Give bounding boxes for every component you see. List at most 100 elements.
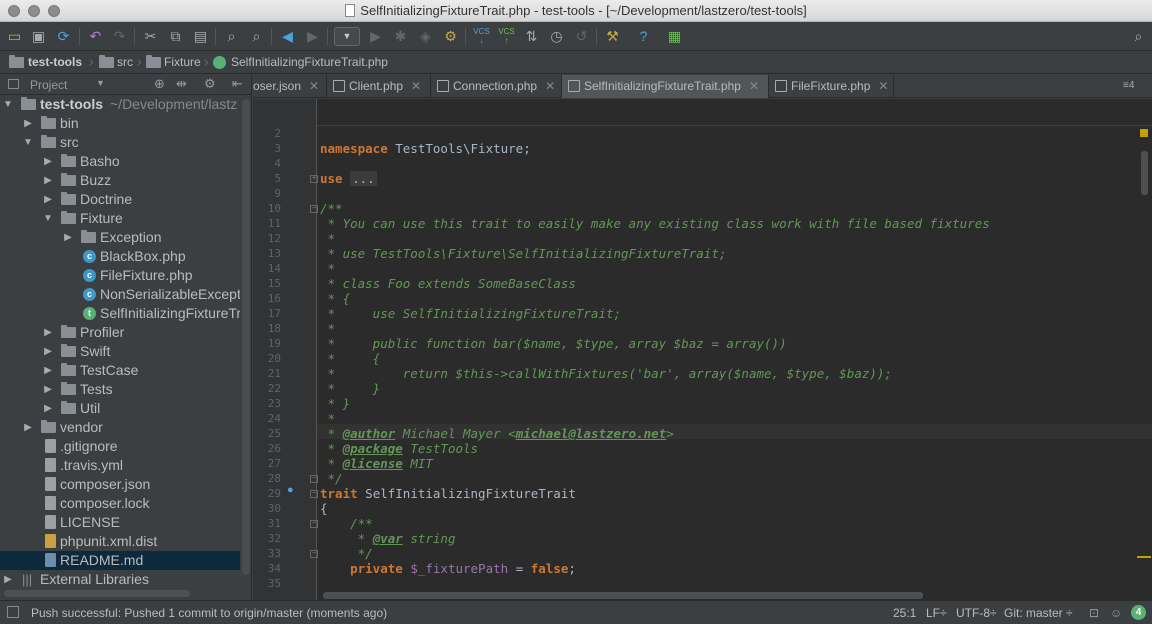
run-icon[interactable]: ▶ [366,27,385,46]
code-line[interactable]: trait SelfInitializingFixtureTrait [320,486,576,501]
code-line[interactable]: { [320,501,328,516]
code-line[interactable]: * [320,321,336,336]
expand-arrow-icon[interactable]: ▼ [3,95,13,114]
code-line[interactable]: * use TestTools\Fixture\SelfInitializing… [320,246,727,261]
code-line[interactable]: * } [320,381,381,396]
tree-item-nonserializable[interactable]: c NonSerializableExcepti [0,285,240,304]
tree-item-blackbox[interactable]: c BlackBox.php [0,247,240,266]
expand-arrow-icon[interactable]: ▼ [43,209,53,228]
cut-icon[interactable]: ✂ [141,27,160,46]
tree-item-vendor[interactable]: ▶ vendor [0,418,240,437]
undo-icon[interactable]: ↶ [86,27,105,46]
git-branch-selector[interactable]: Git: master ÷ [1004,606,1073,620]
collapsed-arrow-icon[interactable]: ▶ [43,380,53,399]
coverage-icon[interactable]: ◈ [416,27,435,46]
collapsed-arrow-icon[interactable]: ▶ [43,323,53,342]
code-line[interactable]: * [320,261,336,276]
tree-item-travis[interactable]: .travis.yml [0,456,240,475]
tree-item-buzz[interactable]: ▶ Buzz [0,171,240,190]
copy-icon[interactable]: ⧉ [166,27,185,46]
code-line[interactable]: namespace TestTools\Fixture; [320,141,531,156]
vcs-commit-icon[interactable]: VCS ↑ [497,27,516,46]
breadcrumb-fixture[interactable]: Fixture [164,55,201,69]
collapse-all-icon[interactable]: ⇹ [176,76,187,92]
code-line[interactable]: */ [320,471,343,486]
code-line[interactable]: * @license MIT [320,456,433,471]
tree-item-composer-lock[interactable]: composer.lock [0,494,240,513]
code-line[interactable]: use ... [320,171,377,186]
tab-filefixture[interactable]: FileFixture.php ✕ [769,75,894,98]
line-separator-selector[interactable]: LF÷ [926,606,947,620]
close-tab-icon[interactable]: ✕ [545,79,555,93]
terminal-icon[interactable]: ▦ [665,27,684,46]
vcs-update-icon[interactable]: VCS ↓ [472,27,491,46]
fold-marker-icon[interactable]: − [310,475,318,483]
tree-item-bin[interactable]: ▶ bin [0,114,240,133]
tab-composer-json[interactable]: oser.json ✕ [231,75,327,98]
code-line[interactable]: * class Foo extends SomeBaseClass [320,276,576,291]
tree-item-tests[interactable]: ▶ Tests [0,380,240,399]
collapsed-arrow-icon[interactable]: ▶ [43,171,53,190]
search-everywhere-icon[interactable]: ⌕ [1129,27,1148,46]
tree-item-util[interactable]: ▶ Util [0,399,240,418]
run-config-combo[interactable]: ▼ [334,27,360,46]
tree-item-composer-json[interactable]: composer.json [0,475,240,494]
caret-position[interactable]: 25:1 [893,606,916,620]
code-line[interactable]: private $_fixturePath = false; [320,561,576,576]
collapsed-arrow-icon[interactable]: ▶ [43,399,53,418]
forward-icon[interactable]: ▶ [303,27,322,46]
debug-icon[interactable]: ✱ [391,27,410,46]
code-line[interactable]: * [320,411,336,426]
editor-vertical-scrollbar[interactable] [1141,151,1148,195]
vcs-history-icon[interactable]: ◷ [547,27,566,46]
code-line[interactable]: * { [320,351,381,366]
close-tab-icon[interactable]: ✕ [878,79,888,93]
tree-item-selfinitializing[interactable]: t SelfInitializingFixtureTr [0,304,240,323]
code-line[interactable]: * You can use this trait to easily make … [320,216,990,231]
code-line[interactable]: * { [320,291,351,306]
tab-overflow-indicator[interactable]: ≡4 [1123,80,1134,91]
collapsed-arrow-icon[interactable]: ▶ [43,361,53,380]
collapsed-arrow-icon[interactable]: ▶ [63,228,73,247]
code-line[interactable]: * @package TestTools [320,441,479,456]
settings-icon[interactable]: ⚒ [603,27,622,46]
inspector-icon[interactable]: ☺ [1110,606,1122,620]
tree-item-swift[interactable]: ▶ Swift [0,342,240,361]
open-folder-icon[interactable]: ▭ [5,27,24,46]
collapsed-arrow-icon[interactable]: ▶ [23,114,33,133]
vcs-revert-icon[interactable]: ↺ [572,27,591,46]
tree-item-gitignore[interactable]: .gitignore [0,437,240,456]
breadcrumb-file[interactable]: SelfInitializingFixtureTrait.php [231,55,388,69]
tree-item-filefixture[interactable]: c FileFixture.php [0,266,240,285]
code-line[interactable]: * } [320,396,351,411]
code-line[interactable]: * use SelfInitializingFixtureTrait; [320,306,622,321]
paste-icon[interactable]: ▤ [191,27,210,46]
project-horizontal-scrollbar[interactable] [4,590,190,597]
code-line[interactable]: * return $this->callWithFixtures('bar', … [320,366,892,381]
project-view-selector[interactable]: Project [30,78,67,92]
vcs-compare-icon[interactable]: ⇅ [522,27,541,46]
breadcrumb-src[interactable]: src [117,55,133,69]
tree-item-testcase[interactable]: ▶ TestCase [0,361,240,380]
implemented-marker-icon[interactable]: ● [287,484,294,496]
tree-item-profiler[interactable]: ▶ Profiler [0,323,240,342]
tree-item-phpunit[interactable]: phpunit.xml.dist [0,532,240,551]
redo-icon[interactable]: ↷ [110,27,129,46]
editor-horizontal-scrollbar[interactable] [323,592,923,599]
sync-icon[interactable]: ⟳ [54,27,73,46]
find-icon[interactable]: ⌕ [222,27,241,46]
collapsed-arrow-icon[interactable]: ▶ [43,342,53,361]
fold-marker-icon[interactable]: − [310,490,318,498]
tree-item-doctrine[interactable]: ▶ Doctrine [0,190,240,209]
tab-client[interactable]: Client.php ✕ [327,75,431,98]
tree-root[interactable]: ▼ test-tools ~/Development/lastz [0,95,240,114]
code-line[interactable]: /** [320,516,373,531]
replace-icon[interactable]: ⌕ [247,27,266,46]
tree-item-src[interactable]: ▼ src [0,133,240,152]
tree-item-basho[interactable]: ▶ Basho [0,152,240,171]
project-vertical-scrollbar[interactable] [242,99,250,575]
code-line[interactable]: * [320,231,336,246]
warning-stripe-marker[interactable] [1140,129,1148,137]
gear-icon[interactable]: ⚙ [204,76,216,92]
breadcrumb-project[interactable]: test-tools [28,55,82,69]
